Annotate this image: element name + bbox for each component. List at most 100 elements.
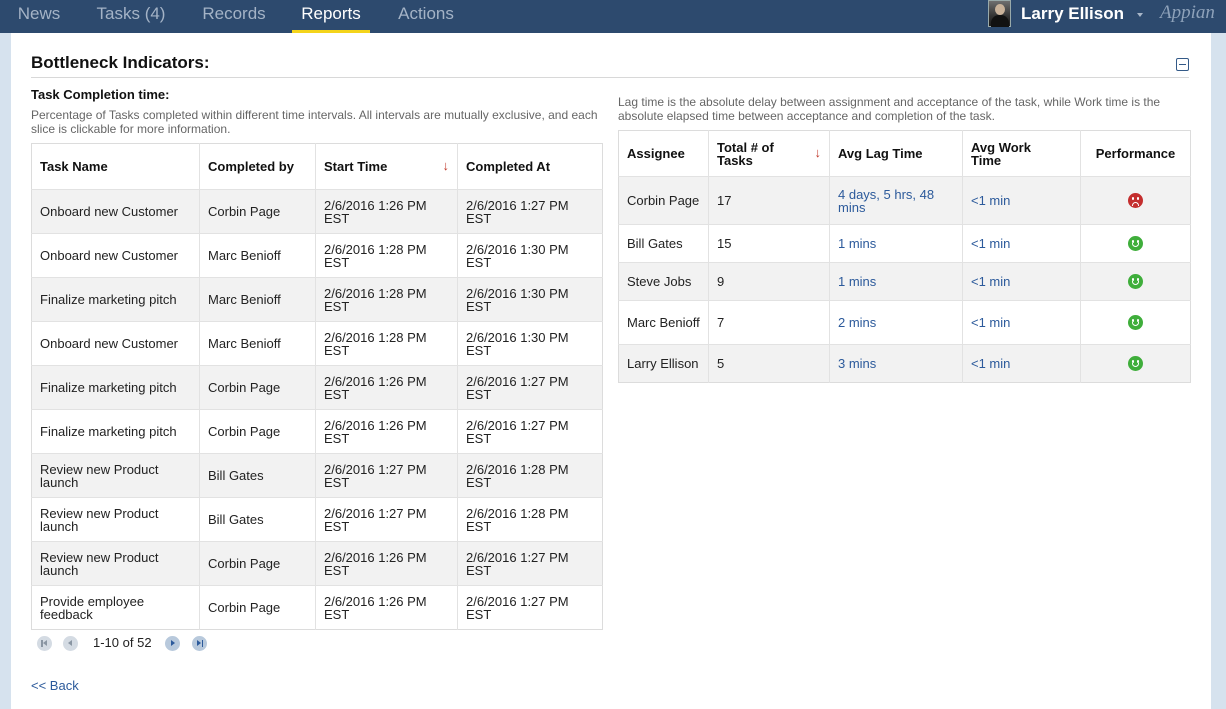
table-row[interactable]: Corbin Page 17 4 days, 5 hrs, 48 mins <1 mi…: [618, 176, 1191, 225]
table-row[interactable]: Steve Jobs 9 1 mins <1 min: [618, 262, 1191, 301]
happy-face-icon: [1128, 236, 1143, 252]
happy-face-icon: [1128, 356, 1143, 372]
first-page-icon[interactable]: [37, 636, 52, 651]
cell-start-time: 2/6/2016 1:27 PM EST: [315, 453, 458, 498]
cell-avg-lag-time[interactable]: 3 mins: [829, 344, 963, 383]
cell-completed-at: 2/6/2016 1:27 PM EST: [457, 189, 603, 234]
cell-assignee: Marc Benioff: [627, 315, 700, 330]
cell-avg-lag-time[interactable]: 1 mins: [829, 224, 963, 263]
cell-task-name: Finalize marketing pitch: [40, 424, 177, 439]
cell-completed-at: 2/6/2016 1:30 PM EST: [457, 233, 603, 278]
cell-avg-work-time[interactable]: <1 min: [962, 300, 1081, 345]
back-link[interactable]: << Back: [31, 678, 79, 693]
cell-start-time: 2/6/2016 1:26 PM EST: [315, 409, 458, 454]
user-menu-name[interactable]: Larry Ellison: [1021, 4, 1124, 26]
cell-performance: [1080, 224, 1191, 263]
appian-logo: Appian: [1160, 2, 1215, 23]
column-header-performance[interactable]: Performance: [1080, 130, 1191, 177]
table-row[interactable]: Review new Product launch Bill Gates 2/6/2…: [31, 497, 603, 542]
table-row[interactable]: Review new Product launch Corbin Page 2/6/…: [31, 541, 603, 586]
cell-total-tasks: 17: [708, 176, 830, 225]
table-row[interactable]: Marc Benioff 7 2 mins <1 min: [618, 300, 1191, 345]
cell-avg-lag-time[interactable]: 4 days, 5 hrs, 48 mins: [829, 176, 963, 225]
column-header-completed-by[interactable]: Completed by: [199, 143, 316, 190]
page-title: Bottleneck Indicators:: [31, 53, 210, 72]
cell-completed-by: Corbin Page: [199, 541, 316, 586]
cell-avg-lag-time[interactable]: 1 mins: [829, 262, 963, 301]
happy-face-icon: [1128, 274, 1143, 290]
table-row[interactable]: Onboard new Customer Corbin Page 2/6/2016 …: [31, 189, 603, 234]
cell-assignee: Steve Jobs: [627, 274, 692, 289]
cell-task-name: Onboard new Customer: [40, 248, 179, 263]
cell-start-time: 2/6/2016 1:28 PM EST: [315, 321, 458, 366]
cell-assignee: Corbin Page: [627, 193, 700, 208]
cell-task-name: Provide employee feedback: [40, 593, 145, 622]
column-header-start-time[interactable]: Start Time ↓: [315, 143, 458, 190]
cell-completed-at: 2/6/2016 1:27 PM EST: [457, 541, 603, 586]
table-row[interactable]: Provide employee feedback Corbin Page 2/6/…: [31, 585, 603, 630]
cell-avg-work-time[interactable]: <1 min: [962, 176, 1081, 225]
cell-start-time: 2/6/2016 1:26 PM EST: [315, 585, 458, 630]
title-divider: [31, 77, 1189, 78]
cell-performance: [1080, 344, 1191, 383]
nav-tab-actions[interactable]: Actions: [387, 0, 465, 33]
cell-avg-work-time[interactable]: <1 min: [962, 224, 1081, 263]
cell-completed-at: 2/6/2016 1:27 PM EST: [457, 409, 603, 454]
cell-task-name: Onboard new Customer: [40, 204, 179, 219]
cell-total-tasks: 15: [708, 224, 830, 263]
previous-page-icon[interactable]: [63, 636, 78, 651]
cell-completed-by: Marc Benioff: [199, 321, 316, 366]
task-completion-description: Percentage of Tasks completed within dif…: [31, 108, 598, 136]
avatar[interactable]: [988, 0, 1011, 27]
cell-completed-by: Bill Gates: [199, 453, 316, 498]
column-header-assignee[interactable]: Assignee: [618, 130, 709, 177]
cell-performance: [1080, 262, 1191, 301]
next-page-icon[interactable]: [165, 636, 180, 651]
cell-completed-by: Corbin Page: [199, 585, 316, 630]
cell-performance: [1080, 300, 1191, 345]
report-panel: Bottleneck Indicators: Task Completion t…: [11, 33, 1211, 709]
last-page-icon[interactable]: [192, 636, 207, 651]
column-header-completed-at[interactable]: Completed At: [457, 143, 603, 190]
cell-completed-at: 2/6/2016 1:27 PM EST: [457, 365, 603, 410]
column-header-start-time-label: Start Time: [324, 159, 388, 174]
table-row[interactable]: Finalize marketing pitch Marc Benioff 2/6/…: [31, 277, 603, 322]
task-completion-heading: Task Completion time:: [31, 87, 170, 102]
table-row[interactable]: Larry Ellison 5 3 mins <1 min: [618, 344, 1191, 383]
arrow-down-icon: ↓: [442, 157, 450, 173]
table-row[interactable]: Bill Gates 15 1 mins <1 min: [618, 224, 1191, 263]
cell-total-tasks: 7: [708, 300, 830, 345]
cell-start-time: 2/6/2016 1:28 PM EST: [315, 277, 458, 322]
assignee-performance-table: Assignee Total # of Tasks ↓ Avg Lag Time…: [618, 130, 1191, 383]
sad-face-icon: [1128, 193, 1143, 209]
table-row[interactable]: Finalize marketing pitch Corbin Page 2/6/2…: [31, 409, 603, 454]
cell-completed-by: Marc Benioff: [199, 233, 316, 278]
column-header-avg-work-time-label: Avg Work Time: [971, 139, 1031, 168]
column-header-total-tasks[interactable]: Total # of Tasks ↓: [708, 130, 830, 177]
column-header-task-name[interactable]: Task Name: [31, 143, 200, 190]
cell-completed-by: Bill Gates: [199, 497, 316, 542]
cell-avg-lag-time[interactable]: 2 mins: [829, 300, 963, 345]
nav-tab-tasks[interactable]: Tasks (4): [86, 0, 176, 33]
nav-tab-records[interactable]: Records: [193, 0, 275, 33]
pagination-range: 1-10 of 52: [93, 635, 152, 650]
happy-face-icon: [1128, 315, 1143, 331]
cell-avg-work-time[interactable]: <1 min: [962, 344, 1081, 383]
table-row[interactable]: Onboard new Customer Marc Benioff 2/6/2016…: [31, 321, 603, 366]
chevron-down-icon[interactable]: [1137, 13, 1143, 17]
cell-completed-by: Marc Benioff: [199, 277, 316, 322]
cell-total-tasks: 9: [708, 262, 830, 301]
table-row[interactable]: Review new Product launch Bill Gates 2/6/2…: [31, 453, 603, 498]
cell-start-time: 2/6/2016 1:26 PM EST: [315, 365, 458, 410]
column-header-avg-work-time[interactable]: Avg Work Time: [962, 130, 1081, 177]
cell-avg-work-time[interactable]: <1 min: [962, 262, 1081, 301]
cell-task-name: Review new Product launch: [40, 461, 159, 490]
table-row[interactable]: Finalize marketing pitch Corbin Page 2/6/2…: [31, 365, 603, 410]
nav-tab-news[interactable]: News: [10, 0, 68, 33]
cell-start-time: 2/6/2016 1:26 PM EST: [315, 189, 458, 234]
table-row[interactable]: Onboard new Customer Marc Benioff 2/6/2016…: [31, 233, 603, 278]
nav-tab-reports[interactable]: Reports: [292, 0, 370, 33]
cell-total-tasks: 5: [708, 344, 830, 383]
collapse-icon[interactable]: [1176, 58, 1189, 71]
column-header-avg-lag-time[interactable]: Avg Lag Time: [829, 130, 963, 177]
